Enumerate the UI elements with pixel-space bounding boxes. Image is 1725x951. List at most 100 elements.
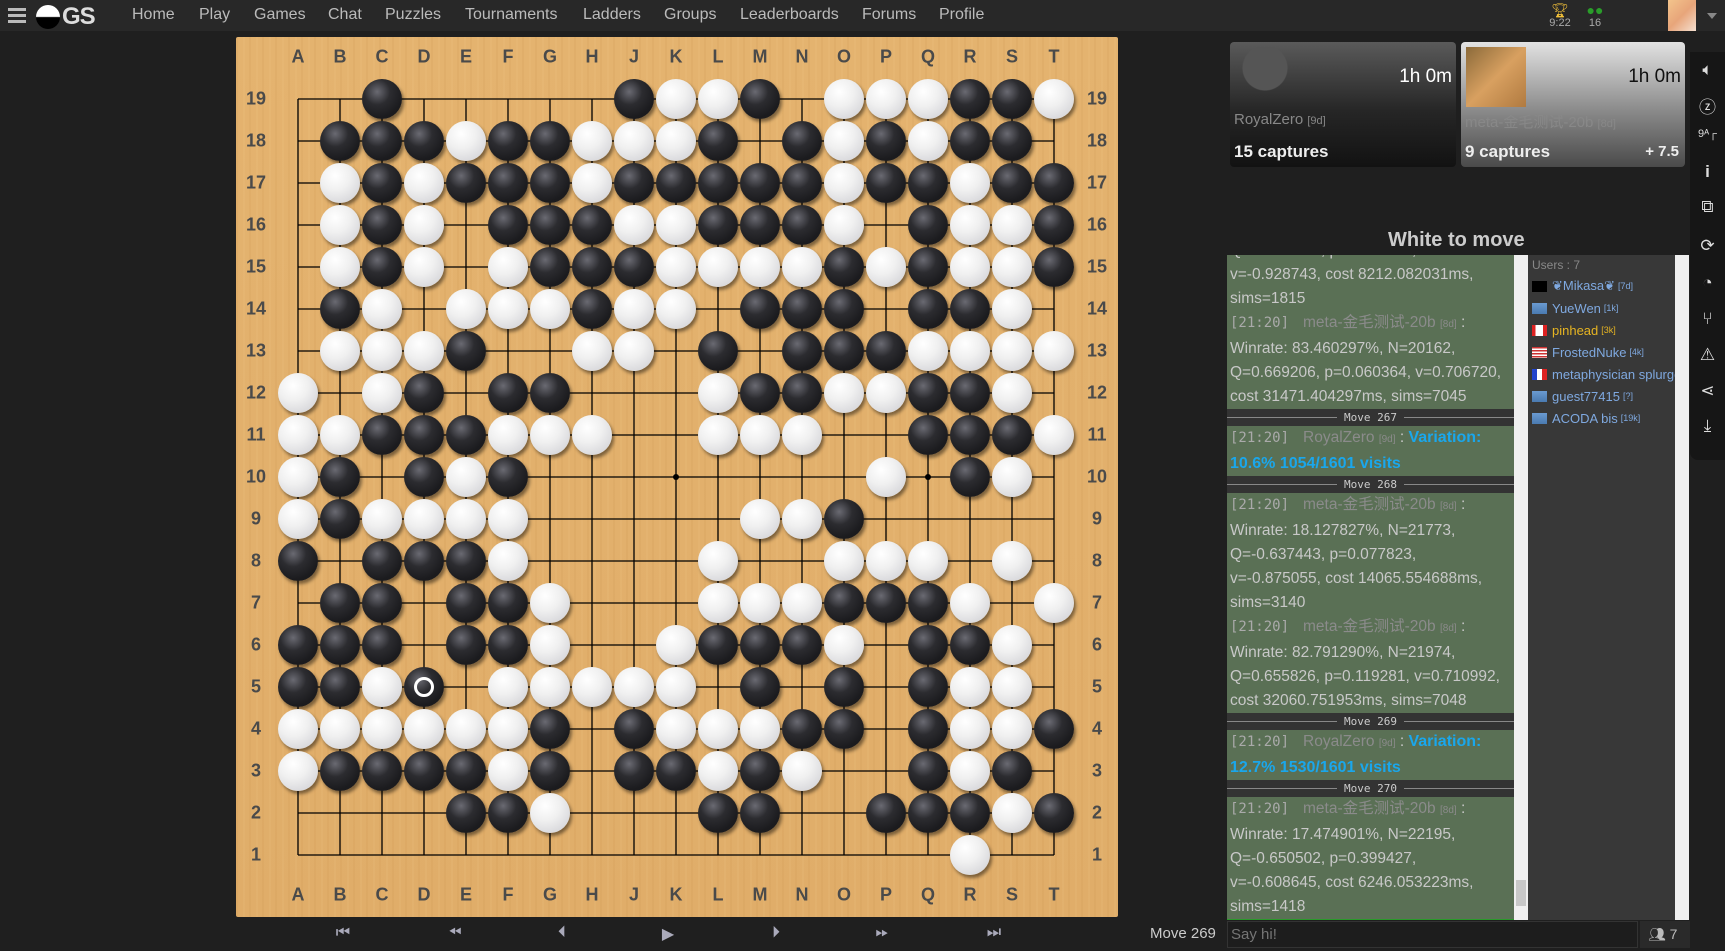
user-list-item[interactable]: ACODA bis [19k]: [1528, 407, 1675, 429]
zen-mode-icon[interactable]: ⓩ: [1690, 93, 1725, 118]
user-list-item[interactable]: guest77415 [?]: [1528, 385, 1675, 407]
chat-input[interactable]: [1227, 921, 1638, 948]
share-icon[interactable]: ⋖: [1690, 381, 1725, 401]
white-stone-O8: [824, 541, 864, 581]
column-label: T: [1048, 884, 1060, 905]
back-10-icon[interactable]: ⏪︎: [449, 924, 462, 942]
last-move-icon[interactable]: ⏭︎: [987, 924, 1001, 942]
black-stone-P18: [866, 121, 906, 161]
black-stone-Q14: [908, 289, 948, 329]
black-stone-M14: [740, 289, 780, 329]
nav-chat[interactable]: Chat: [328, 6, 362, 24]
white-stone-R5: [950, 667, 990, 707]
nav-leaderboards[interactable]: Leaderboards: [740, 6, 839, 24]
refresh-icon[interactable]: ⟳: [1690, 236, 1725, 256]
nav-puzzles[interactable]: Puzzles: [385, 6, 441, 24]
white-stone-O18: [824, 121, 864, 161]
white-stone-T11: [1034, 415, 1074, 455]
back-1-icon[interactable]: ⏴︎: [558, 924, 566, 942]
user-list-item[interactable]: pinhead [3k]: [1528, 319, 1675, 341]
download-icon[interactable]: ⤓: [1690, 416, 1725, 436]
user-count-button[interactable]: 👥︎ 7: [1640, 921, 1690, 948]
play-icon[interactable]: ▶︎: [662, 924, 674, 944]
row-label: 18: [1086, 130, 1108, 151]
black-clock: 1h 0m: [1399, 66, 1452, 87]
user-list-item[interactable]: ❦Mikasa❦ [7d]: [1528, 275, 1675, 297]
row-label: 14: [1086, 298, 1108, 319]
forward-10-icon[interactable]: ⏩︎: [876, 924, 889, 942]
black-stone-A6: [278, 625, 318, 665]
nav-games[interactable]: Games: [254, 6, 306, 24]
black-stone-P2: [866, 793, 906, 833]
black-stone-R11: [950, 415, 990, 455]
white-player-avatar[interactable]: [1466, 47, 1526, 107]
speaker-icon[interactable]: 🔈︎: [1690, 60, 1725, 80]
black-stone-G3: [530, 751, 570, 791]
black-stone-M17: [740, 163, 780, 203]
chat-log: Winrate: 16.417160%, N=37561, Q=-0.67165…: [1227, 255, 1514, 920]
column-label: Q: [920, 884, 935, 905]
white-stone-T13: [1034, 331, 1074, 371]
ogs-logo[interactable]: GS: [36, 3, 96, 31]
menu-icon[interactable]: [8, 8, 26, 23]
black-stone-G16: [530, 205, 570, 245]
column-label: P: [879, 884, 892, 905]
nav-tournaments[interactable]: Tournaments: [465, 6, 558, 24]
column-label: O: [836, 884, 851, 905]
nav-ladders[interactable]: Ladders: [583, 6, 641, 24]
warning-icon[interactable]: ⚠︎: [1690, 345, 1725, 365]
column-label: F: [502, 884, 514, 905]
forward-1-icon[interactable]: ⏵︎: [772, 924, 780, 942]
black-stone-F10: [488, 457, 528, 497]
friends-status[interactable]: ●● 16: [1580, 3, 1610, 29]
user-list-item[interactable]: metaphysician splurge: [1528, 363, 1675, 385]
nav-profile[interactable]: Profile: [939, 6, 984, 24]
user-avatar[interactable]: [1668, 0, 1696, 31]
black-stone-M5: [740, 667, 780, 707]
branch-icon[interactable]: ⑂: [1690, 309, 1725, 329]
chat-author[interactable]: meta-金毛测试-20b [8d]: [1303, 618, 1457, 635]
white-stone-K14: [656, 289, 696, 329]
white-stone-S6: [992, 625, 1032, 665]
chat-author[interactable]: meta-金毛测试-20b [8d]: [1303, 800, 1457, 817]
white-stone-C5: [362, 667, 402, 707]
black-stone-B6: [320, 625, 360, 665]
column-label: K: [669, 884, 683, 905]
gauge-icon[interactable]: ◔: [1690, 273, 1725, 293]
nav-forums[interactable]: Forums: [862, 6, 916, 24]
row-label: 4: [250, 718, 261, 739]
chat-scrollbar[interactable]: [1514, 255, 1528, 920]
white-stone-K16: [656, 205, 696, 245]
black-player-avatar[interactable]: [1235, 47, 1295, 107]
nav-home[interactable]: Home: [132, 6, 175, 24]
users-icon: 👥︎: [1648, 926, 1666, 942]
tournament-status[interactable]: 🏆︎ 9:22: [1545, 3, 1575, 29]
chat-author[interactable]: meta-金毛测试-20b [8d]: [1303, 496, 1457, 513]
black-player-name[interactable]: RoyalZero [9d]: [1234, 111, 1326, 128]
row-label: 16: [1086, 214, 1108, 235]
white-player-name[interactable]: meta-金毛测试-20b [8d]: [1465, 111, 1616, 132]
users-scrollbar[interactable]: [1675, 255, 1689, 920]
move-divider: Move 270: [1227, 780, 1514, 797]
black-stone-R10: [950, 457, 990, 497]
chat-author[interactable]: RoyalZero [9d]: [1303, 733, 1396, 750]
go-board[interactable]: A A B B C C D D E E F F G G H H J J K K L L M M N N O O P P Q Q R R S S T T 19…: [236, 37, 1118, 917]
chat-author[interactable]: meta-金毛测试-20b [8d]: [1303, 314, 1457, 331]
nav-play[interactable]: Play: [199, 6, 230, 24]
user-list-item[interactable]: FrostedNuke [4k]: [1528, 341, 1675, 363]
white-stone-T7: [1034, 583, 1074, 623]
tree-icon[interactable]: ⧉: [1690, 197, 1725, 217]
chat-author[interactable]: RoyalZero [9d]: [1303, 429, 1396, 446]
black-stone-D11: [404, 415, 444, 455]
white-stone-O6: [824, 625, 864, 665]
black-stone-L16: [698, 205, 738, 245]
white-stone-S12: [992, 373, 1032, 413]
user-list-item[interactable]: YueWen [1k]: [1528, 297, 1675, 319]
chevron-down-icon[interactable]: [1707, 13, 1717, 19]
first-move-icon[interactable]: ⏮︎: [336, 924, 350, 942]
nav-groups[interactable]: Groups: [664, 6, 716, 24]
black-stone-D3: [404, 751, 444, 791]
info-icon[interactable]: i: [1690, 162, 1725, 182]
coordinates-icon[interactable]: 9ᴬ┌: [1690, 128, 1725, 140]
black-stone-O7: [824, 583, 864, 623]
